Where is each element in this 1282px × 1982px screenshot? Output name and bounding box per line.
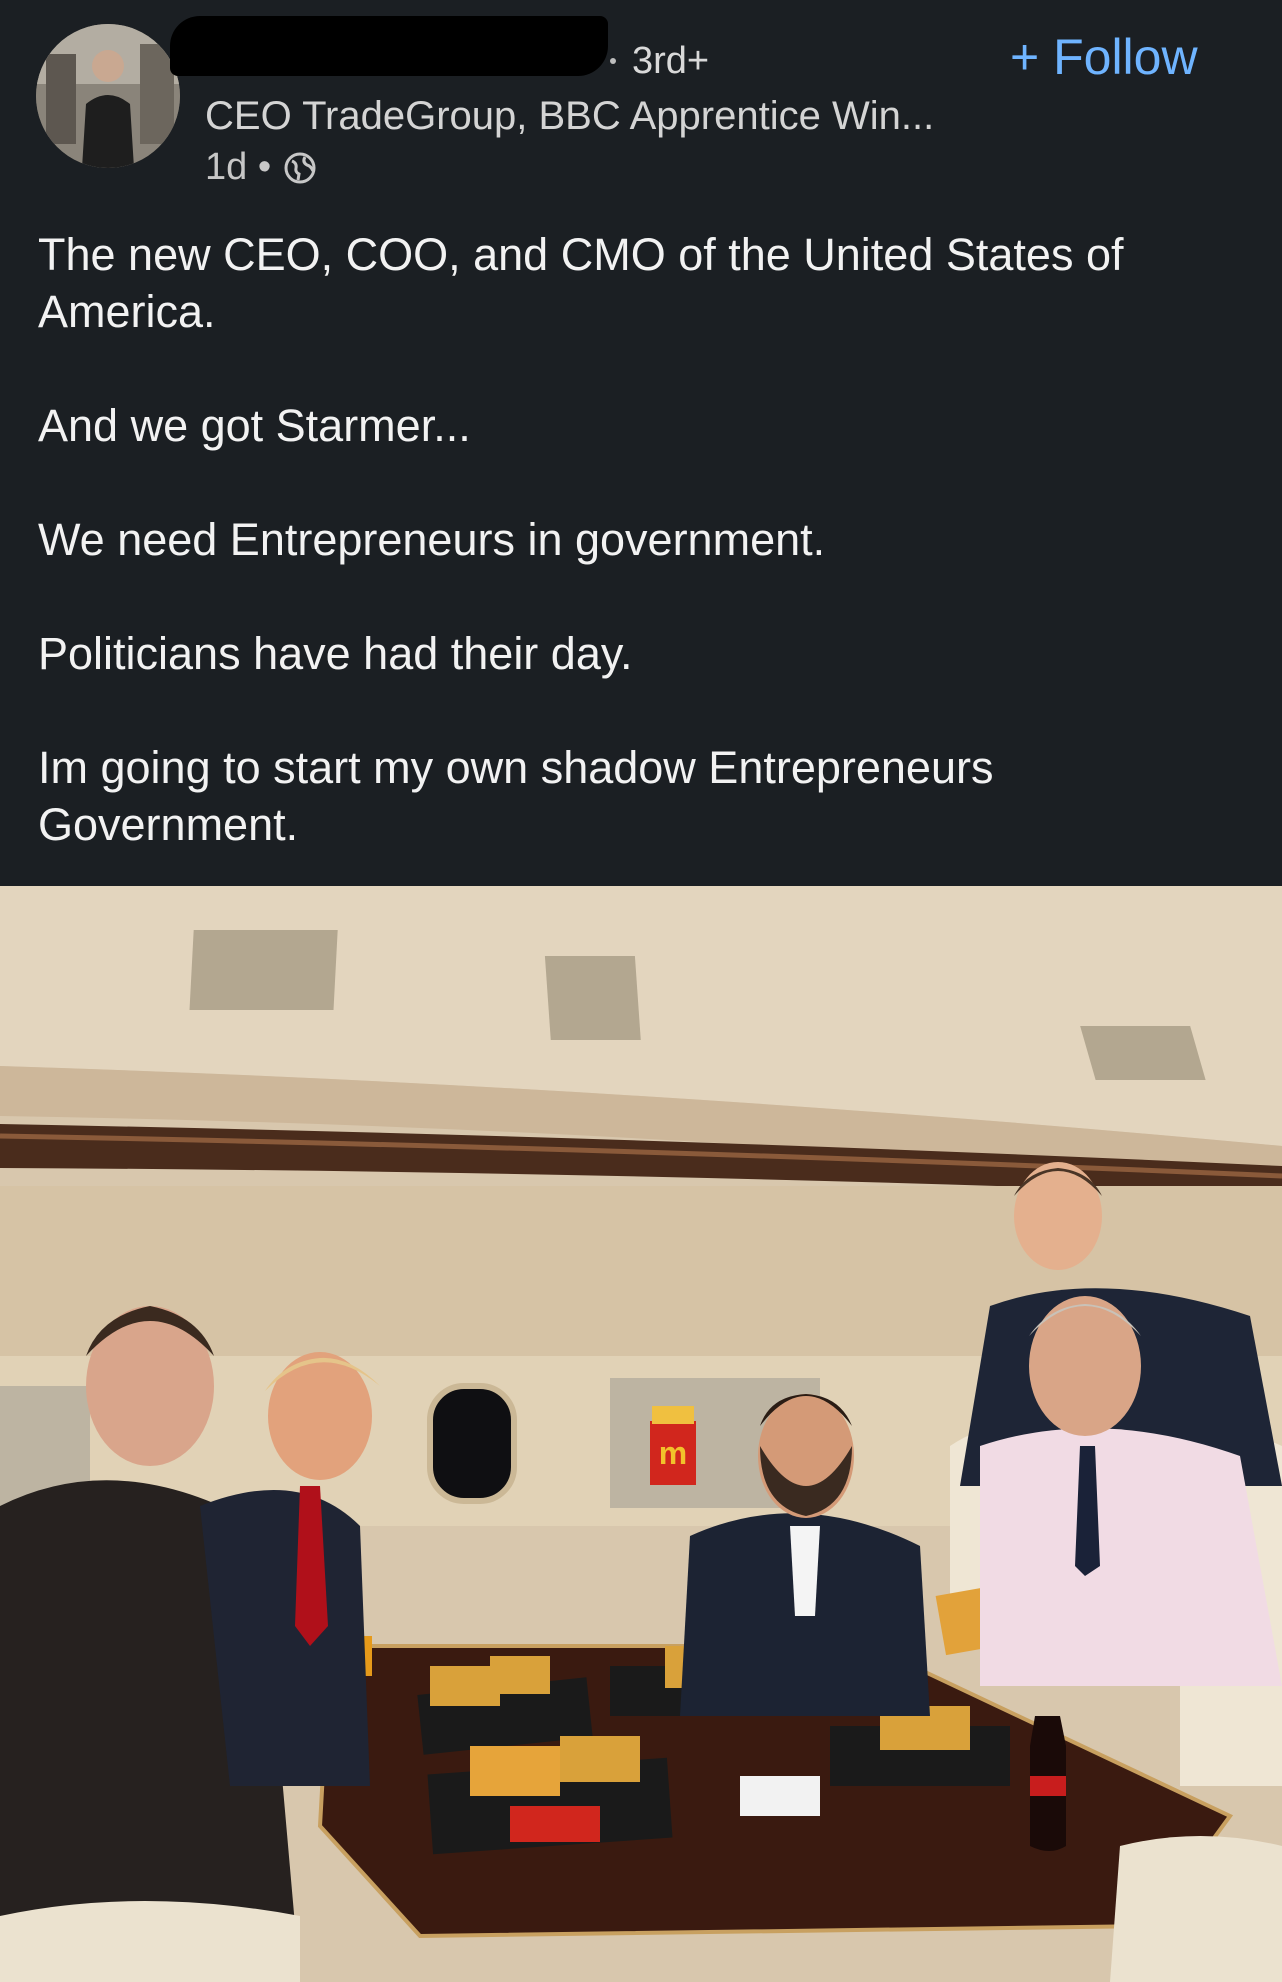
- fry-box: [510, 1806, 600, 1842]
- post-paragraph: Im going to start my own shadow Entrepre…: [38, 742, 994, 850]
- globe-icon: [284, 152, 316, 183]
- seat: [0, 1901, 300, 1982]
- post-paragraph: Politicians have had their day.: [38, 628, 633, 679]
- burger-box: [470, 1746, 560, 1796]
- ceiling-vent: [189, 930, 338, 1010]
- burger-box: [490, 1656, 550, 1694]
- fry-box-logo: m: [659, 1435, 687, 1471]
- redacted-name: [170, 16, 608, 76]
- ceiling-vent: [544, 956, 641, 1040]
- connection-degree: 3rd+: [632, 40, 710, 82]
- post-photo[interactable]: m: [0, 886, 1282, 1982]
- napkin: [740, 1776, 820, 1816]
- post-body: The new CEO, COO, and CMO of the United …: [38, 226, 1248, 853]
- author-avatar[interactable]: [36, 24, 180, 168]
- burger-box: [560, 1736, 640, 1782]
- burger-box: [430, 1666, 500, 1706]
- post-paragraph: We need Entrepreneurs in government.: [38, 514, 826, 565]
- post-meta: 1d •: [205, 146, 317, 189]
- post-time: 1d •: [205, 146, 272, 188]
- author-headline[interactable]: CEO TradeGroup, BBC Apprentice Win...: [205, 94, 934, 139]
- follow-button[interactable]: + Follow: [1010, 28, 1198, 86]
- post-paragraph: The new CEO, COO, and CMO of the United …: [38, 229, 1124, 337]
- seat: [1110, 1836, 1282, 1982]
- separator-dot: [610, 58, 616, 64]
- post-header: 3rd+ + Follow CEO TradeGroup, BBC Appren…: [0, 0, 1282, 200]
- post-paragraph: And we got Starmer...: [38, 400, 471, 451]
- cabin-window: [427, 1383, 517, 1504]
- ceiling-vent: [1080, 1026, 1206, 1080]
